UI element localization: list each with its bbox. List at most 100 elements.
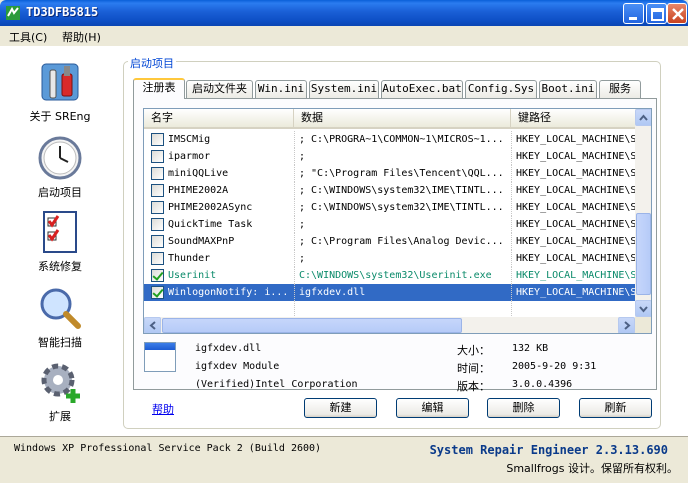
- nav-extend-label: 扩展: [49, 410, 71, 423]
- tools-icon: [41, 63, 79, 101]
- row-checkbox[interactable]: [151, 201, 164, 214]
- row-key: HKEY_LOCAL_MACHINE\S: [516, 202, 636, 213]
- nav-repair-label: 系统修复: [38, 260, 82, 273]
- grid-line: [294, 199, 295, 216]
- table-row[interactable]: IMSCMig ; C:\PROGRA~1\COMMON~1\MICROS~1..…: [144, 131, 636, 148]
- group-title: 启动项目: [128, 55, 176, 71]
- row-checkbox[interactable]: [151, 286, 164, 299]
- title-bar: TD3DFB5815: [0, 0, 688, 26]
- vertical-scrollbar[interactable]: [635, 109, 651, 317]
- row-checkbox[interactable]: [151, 269, 164, 282]
- table-row[interactable]: WinlogonNotify: i... igfxdev.dll HKEY_LOCA…: [144, 284, 636, 301]
- tab-system-ini[interactable]: System.ini: [309, 80, 379, 98]
- magnifier-icon: [40, 288, 81, 329]
- scroll-up-button[interactable]: [635, 109, 651, 126]
- help-link[interactable]: 帮助: [152, 401, 174, 417]
- horizontal-scroll-thumb[interactable]: [162, 318, 462, 333]
- tab-win-ini[interactable]: Win.ini: [255, 80, 307, 98]
- menu-help[interactable]: 帮助(H): [62, 29, 101, 45]
- startup-list[interactable]: 名字 数据 键路径 IMSCMig ; C:\PROGRA~1\COMMON~1\…: [143, 108, 652, 334]
- nav-scan[interactable]: 智能扫描: [10, 284, 110, 350]
- row-checkbox[interactable]: [151, 235, 164, 248]
- table-row[interactable]: Thunder; HKEY_LOCAL_MACHINE\S: [144, 250, 636, 267]
- scroll-left-button[interactable]: [144, 317, 161, 333]
- scroll-down-button[interactable]: [635, 300, 651, 317]
- detail-size: 132 KB: [512, 343, 549, 354]
- new-button[interactable]: 新建: [304, 398, 377, 418]
- row-data: ; C:\WINDOWS\system32\IME\TINTL...: [299, 202, 504, 213]
- row-name: SoundMAXPnP: [168, 236, 235, 247]
- detail-version: 3.0.0.4396: [512, 379, 573, 390]
- row-checkbox[interactable]: [151, 133, 164, 146]
- minimize-button[interactable]: [623, 3, 644, 24]
- row-name: Thunder: [168, 253, 211, 264]
- table-row[interactable]: QuickTime Task; HKEY_LOCAL_MACHINE\S: [144, 216, 636, 233]
- grid-line: [511, 267, 512, 284]
- arrow-up-icon: [639, 114, 648, 121]
- row-data: ; C:\PROGRA~1\COMMON~1\MICROS~1...: [299, 134, 504, 145]
- tab-autoexec-bat[interactable]: AutoExec.bat: [381, 80, 463, 98]
- row-data: C:\WINDOWS\system32\Userinit.exe: [299, 270, 492, 281]
- close-icon: [672, 8, 684, 20]
- table-row[interactable]: SoundMAXPnP ; C:\Program Files\Analog Dev…: [144, 233, 636, 250]
- tab-boot-ini[interactable]: Boot.ini: [539, 80, 597, 98]
- row-data: ;: [299, 253, 306, 264]
- row-key: HKEY_LOCAL_MACHINE\S: [516, 151, 636, 162]
- table-row[interactable]: [144, 301, 635, 318]
- tab-config-sys[interactable]: Config.Sys: [465, 80, 537, 98]
- status-os: Windows XP Professional Service Pack 2 (…: [14, 443, 322, 454]
- tab-services[interactable]: 服务: [599, 80, 641, 98]
- tab-registry[interactable]: 注册表: [133, 78, 185, 99]
- table-row[interactable]: miniQQLive ; "C:\Program Files\Tencent\QQ…: [144, 165, 636, 182]
- maximize-icon: [651, 8, 664, 21]
- row-key: HKEY_LOCAL_MACHINE\S: [516, 134, 636, 145]
- vertical-scroll-thumb[interactable]: [636, 213, 651, 295]
- row-data: ; C:\Program Files\Analog Devic...: [299, 236, 504, 247]
- refresh-button[interactable]: 刷新: [579, 398, 652, 418]
- detail-filename: igfxdev.dll: [195, 343, 262, 354]
- detail-version-label: 版本：: [457, 380, 490, 393]
- close-button[interactable]: [667, 3, 687, 24]
- clock-icon: [38, 136, 82, 180]
- menu-bar: 工具(C) 帮助(H): [0, 26, 688, 46]
- tab-startup-folder[interactable]: 启动文件夹: [186, 80, 253, 98]
- grid-line: [294, 165, 295, 182]
- nav-about-label: 关于 SREng: [29, 110, 91, 123]
- grid-line: [294, 182, 295, 199]
- row-name: miniQQLive: [168, 168, 229, 179]
- row-checkbox[interactable]: [151, 167, 164, 180]
- menu-tools[interactable]: 工具(C): [9, 29, 47, 45]
- nav-repair[interactable]: 系统修复: [10, 208, 110, 274]
- table-row[interactable]: PHIME2002A ; C:\WINDOWS\system32\IME\TINT…: [144, 182, 636, 199]
- row-key: HKEY_LOCAL_MACHINE\S: [516, 168, 636, 179]
- row-name: iparmor: [168, 151, 211, 162]
- table-row[interactable]: Userinit C:\WINDOWS\system32\Userinit.exe…: [144, 267, 636, 284]
- col-name[interactable]: 名字: [144, 109, 294, 127]
- row-checkbox[interactable]: [151, 252, 164, 265]
- nav-about[interactable]: 关于 SREng: [10, 58, 110, 124]
- nav-startup[interactable]: 启动项目: [10, 134, 110, 200]
- grid-line: [294, 233, 295, 250]
- row-checkbox[interactable]: [151, 150, 164, 163]
- nav-startup-label: 启动项目: [38, 186, 82, 199]
- edit-button[interactable]: 编辑: [396, 398, 469, 418]
- row-key: HKEY_LOCAL_MACHINE\S: [516, 219, 636, 230]
- grid-line: [294, 301, 295, 318]
- grid-line: [294, 267, 295, 284]
- table-row[interactable]: iparmor; HKEY_LOCAL_MACHINE\S: [144, 148, 636, 165]
- scroll-right-button[interactable]: [618, 317, 635, 333]
- maximize-button[interactable]: [646, 3, 667, 24]
- horizontal-scrollbar[interactable]: [144, 317, 635, 333]
- status-credit: Smallfrogs 设计。保留所有权利。: [506, 462, 678, 475]
- row-checkbox[interactable]: [151, 218, 164, 231]
- list-header: 名字 数据 键路径: [144, 109, 651, 129]
- delete-button[interactable]: 删除: [487, 398, 560, 418]
- grid-line: [511, 199, 512, 216]
- grid-line: [511, 301, 512, 318]
- table-row[interactable]: PHIME2002ASync ; C:\WINDOWS\system32\IME\…: [144, 199, 636, 216]
- col-data[interactable]: 数据: [294, 109, 511, 127]
- nav-extend[interactable]: 扩展: [10, 358, 110, 424]
- col-keypath[interactable]: 键路径: [511, 109, 636, 127]
- row-name: Userinit: [168, 270, 217, 281]
- row-checkbox[interactable]: [151, 184, 164, 197]
